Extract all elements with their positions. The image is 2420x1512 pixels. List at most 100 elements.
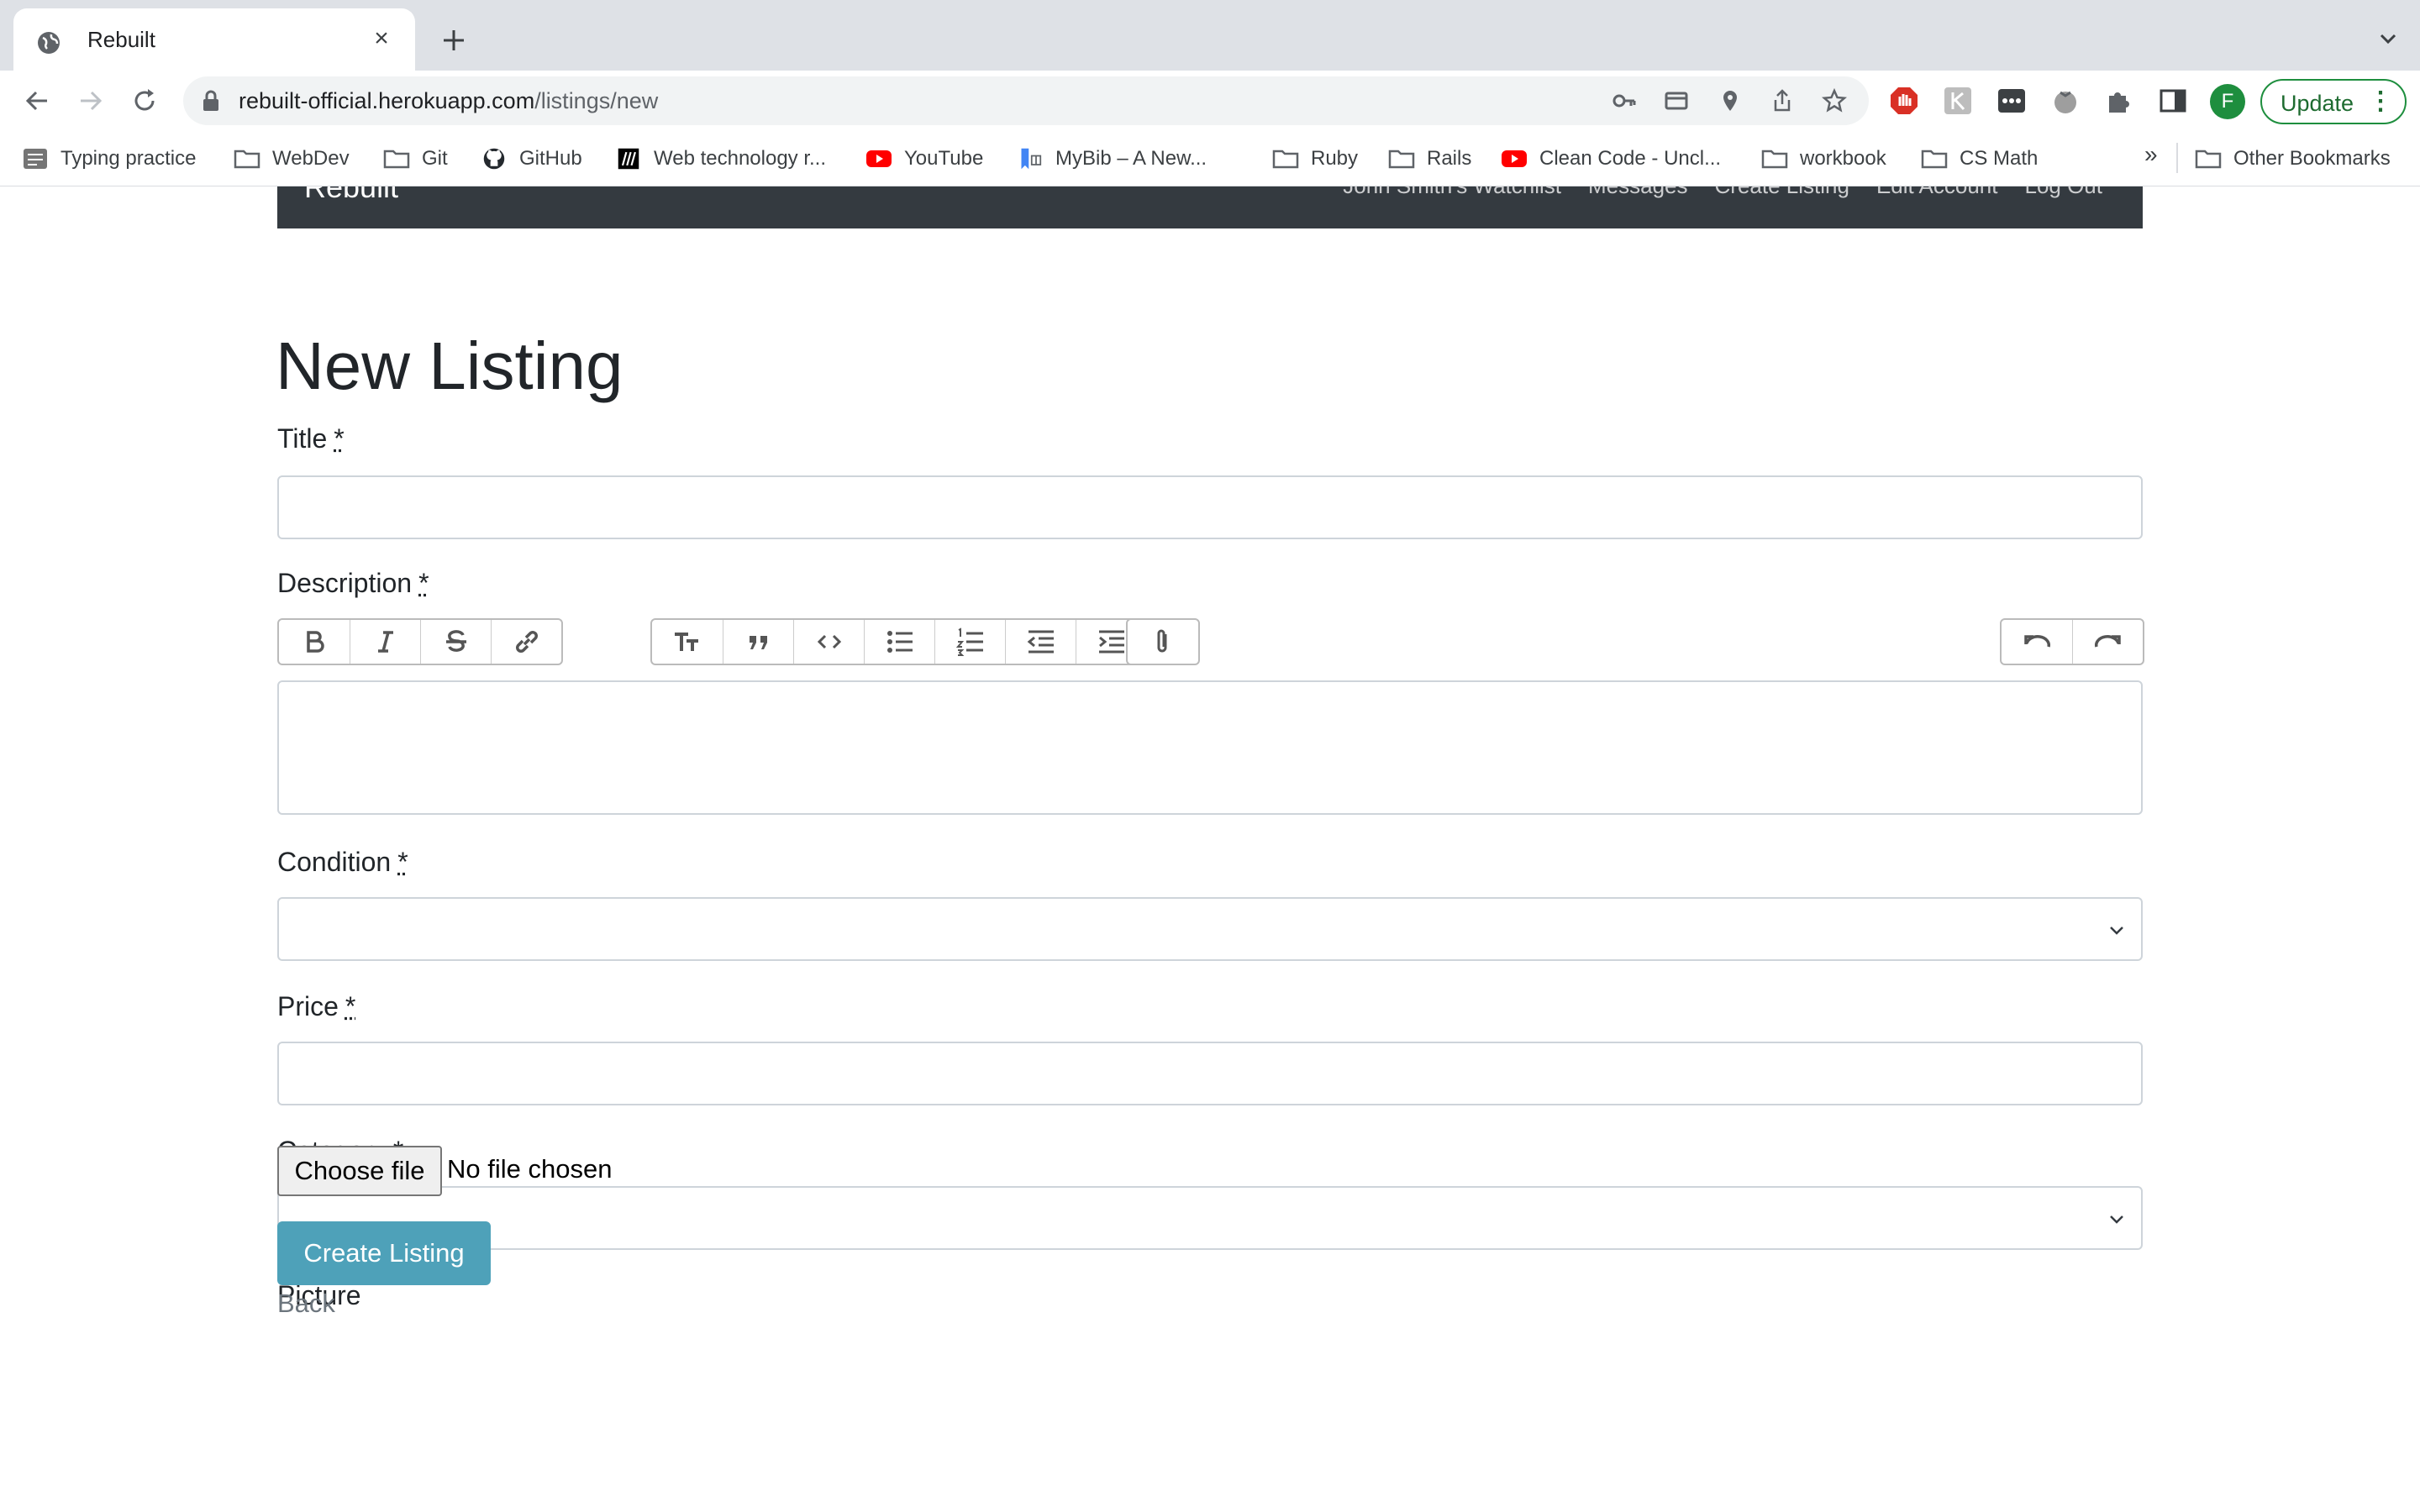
bookmarks-bar — [0, 131, 2420, 186]
description-label: Description * — [277, 568, 429, 599]
bold-icon — [307, 631, 324, 653]
choose-file-button[interactable]: Choose file — [277, 1146, 442, 1196]
quote-button[interactable] — [723, 620, 793, 664]
web-page: Rebuilt John Smith's Watchlist Messages … — [0, 186, 2420, 1512]
bookmark-label: Git — [422, 147, 448, 170]
site-navbar: Rebuilt John Smith's Watchlist Messages … — [277, 186, 2143, 228]
puzzle-extensions-icon[interactable] — [2104, 86, 2134, 116]
bullet-list-button[interactable] — [864, 620, 934, 664]
extension-k-icon[interactable] — [1943, 86, 1973, 116]
share-icon[interactable] — [1770, 88, 1795, 113]
forward-arrow-icon[interactable] — [76, 86, 106, 116]
address-bar[interactable]: rebuilt-official.herokuapp.com/listings/… — [183, 76, 1869, 125]
number-list-icon — [955, 627, 983, 656]
reload-icon[interactable] — [129, 86, 160, 116]
heading-icon — [675, 633, 698, 651]
folder-icon — [1272, 150, 1299, 169]
undo-button[interactable] — [2002, 620, 2072, 664]
paperclip-icon — [1157, 629, 1167, 653]
bookmarks-overflow-button[interactable]: » — [2144, 141, 2158, 168]
link-icon — [515, 631, 538, 653]
description-editor[interactable] — [277, 680, 2143, 815]
password-manager-icon[interactable] — [1996, 86, 2027, 116]
condition-select[interactable] — [277, 897, 2143, 961]
strikethrough-button[interactable] — [420, 620, 491, 664]
condition-label: Condition * — [277, 847, 408, 878]
nav-edit-account[interactable]: Edit Account — [1876, 186, 1998, 199]
lock-icon[interactable] — [202, 90, 220, 112]
italic-button[interactable] — [350, 620, 420, 664]
star-icon[interactable] — [1822, 88, 1847, 113]
key-icon[interactable] — [1612, 88, 1637, 113]
history-tools-group — [2000, 618, 2144, 665]
nav-create-listing[interactable]: Create Listing — [1715, 186, 1849, 199]
heading-button[interactable] — [652, 620, 723, 664]
undo-icon — [2024, 635, 2050, 648]
code-button[interactable] — [793, 620, 864, 664]
bookmark-workbook[interactable]: workbook — [1761, 143, 1886, 175]
bookmark-git[interactable]: Git — [383, 143, 448, 175]
nav-log-out[interactable]: Log Out — [2024, 186, 2102, 199]
bookmark-typing-practice[interactable]: Typing practice — [22, 143, 196, 175]
back-arrow-icon[interactable] — [22, 86, 52, 116]
new-tab-icon[interactable] — [437, 24, 471, 57]
redo-button[interactable] — [2072, 620, 2143, 664]
indent-icon — [1098, 630, 1124, 654]
update-label: Update — [2281, 91, 2354, 116]
nav-messages[interactable]: Messages — [1588, 186, 1688, 199]
browser-chrome: Rebuilt × rebuilt-official.herokuapp.com… — [0, 0, 2420, 186]
bookmark-webdev[interactable]: WebDev — [234, 143, 350, 175]
title-label: Title * — [277, 423, 345, 454]
adblock-icon[interactable] — [1889, 86, 1919, 116]
create-listing-button[interactable]: Create Listing — [277, 1221, 491, 1285]
redo-icon — [2094, 635, 2121, 648]
bookmark-label: CS Math — [1960, 147, 2039, 170]
bold-button[interactable] — [279, 620, 350, 664]
bookmark-youtube[interactable]: YouTube — [865, 143, 983, 175]
bookmark-ruby[interactable]: Ruby — [1272, 143, 1358, 175]
browser-tab[interactable]: Rebuilt × — [13, 8, 415, 71]
condition-label-text: Condition — [277, 847, 392, 877]
close-tab-icon[interactable]: × — [368, 25, 395, 52]
bookmark-label: Clean Code - Uncl... — [1539, 147, 1722, 170]
bookmark-cs-math[interactable]: CS Math — [1921, 143, 2038, 175]
nav-watchlist[interactable]: John Smith's Watchlist — [1343, 186, 1561, 199]
page-title: New Listing — [276, 328, 623, 403]
url-text[interactable]: rebuilt-official.herokuapp.com/listings/… — [239, 88, 658, 114]
update-button[interactable]: Update ⋮ — [2260, 79, 2407, 124]
back-link[interactable]: Back — [277, 1289, 335, 1319]
bookmark-web-technology[interactable]: Web technology r... — [615, 143, 826, 175]
url-host: rebuilt-official.herokuapp.com — [239, 88, 535, 113]
link-button[interactable] — [491, 620, 561, 664]
category-select[interactable] — [277, 1186, 2143, 1250]
side-panel-icon[interactable] — [2158, 86, 2188, 116]
number-list-button[interactable] — [934, 620, 1005, 664]
title-input[interactable] — [277, 475, 2143, 539]
bookmark-mybib[interactable]: MyBib – A New... — [1017, 143, 1207, 175]
text-tools-group — [277, 618, 563, 665]
price-input[interactable] — [277, 1042, 2143, 1105]
file-tools-group — [1126, 618, 1200, 665]
file-status-text: No file chosen — [447, 1154, 613, 1184]
required-marker: * — [418, 568, 429, 598]
location-pin-icon[interactable] — [1718, 88, 1743, 113]
bookmark-github[interactable]: GitHub — [481, 143, 582, 175]
globe-icon — [38, 32, 60, 54]
quote-icon — [749, 636, 767, 649]
chevron-down-icon[interactable] — [2376, 27, 2400, 50]
more-menu-icon[interactable]: ⋮ — [2368, 87, 2393, 116]
folder-icon — [1921, 150, 1948, 169]
credit-card-icon[interactable] — [1664, 88, 1689, 113]
site-brand[interactable]: Rebuilt — [304, 186, 398, 205]
bookmark-other-bookmarks[interactable]: Other Bookmarks — [2195, 143, 2391, 175]
strikethrough-icon — [445, 630, 466, 652]
bookmark-rails[interactable]: Rails — [1388, 143, 1471, 175]
decrease-indent-button[interactable] — [1005, 620, 1076, 664]
bookmark-clean-code[interactable]: Clean Code - Uncl... — [1501, 143, 1721, 175]
tomato-timer-icon[interactable] — [2050, 86, 2081, 116]
attach-files-button[interactable] — [1128, 620, 1198, 664]
folder-icon — [383, 150, 410, 169]
bookmark-label: Typing practice — [60, 147, 197, 170]
folder-icon — [234, 150, 260, 169]
profile-avatar[interactable]: F — [2210, 84, 2245, 119]
